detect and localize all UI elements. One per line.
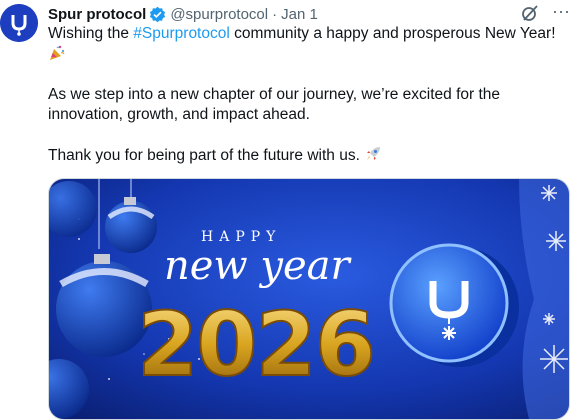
text-segment: Thank you for being part of the future w…	[48, 147, 360, 164]
author-handle[interactable]: @spurprotocol	[170, 6, 268, 23]
grok-icon[interactable]	[520, 3, 540, 23]
verified-badge-icon	[150, 6, 166, 22]
tweet-date[interactable]: Jan 1	[281, 6, 318, 23]
tweet-paragraph-3: Thank you for being part of the future w…	[48, 145, 568, 166]
author-name[interactable]: Spur protocol	[48, 6, 146, 23]
hashtag-link[interactable]: #Spurprotocol	[133, 25, 230, 42]
text-segment: Wishing the	[48, 25, 134, 42]
tweet-text: Wishing the #Spurprotocol community a ha…	[48, 24, 568, 166]
new-year-banner: HAPPY new year 2026	[49, 179, 569, 419]
spur-logo-icon	[0, 4, 38, 42]
rocket-icon	[367, 147, 381, 160]
new-year-text: new year	[164, 243, 353, 289]
party-popper-icon	[50, 45, 65, 60]
separator-dot: ·	[272, 5, 278, 23]
year-text: 2026	[137, 293, 374, 396]
tweet-header: Spur protocol @spurprotocol · Jan 1	[48, 3, 318, 25]
tweet-media-image[interactable]: HAPPY new year 2026	[48, 178, 570, 420]
author-avatar[interactable]	[0, 4, 38, 42]
tweet-paragraph-2: As we step into a new chapter of our jou…	[48, 86, 501, 123]
more-options-icon[interactable]: ···	[550, 2, 572, 24]
tweet-paragraph-1: Wishing the #Spurprotocol community a ha…	[48, 24, 568, 65]
text-segment: community a happy and prosperous New Yea…	[229, 25, 556, 42]
